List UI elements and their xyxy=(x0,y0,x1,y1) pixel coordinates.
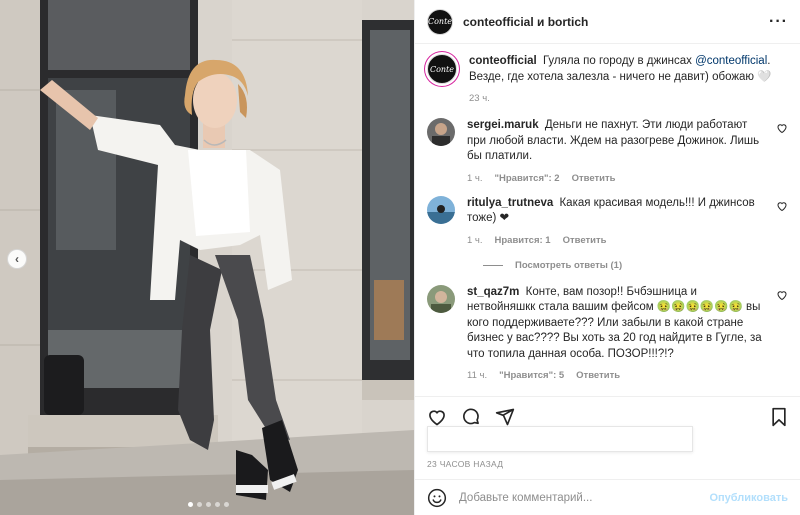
post-header: Conte conteofficial и bortich ··· xyxy=(415,0,800,44)
reply-button[interactable]: Ответить xyxy=(563,235,607,246)
comment-username[interactable]: sergei.maruk xyxy=(467,119,539,131)
post-side-panel: Conte conteofficial и bortich ··· Conte … xyxy=(414,0,800,515)
carousel-dot xyxy=(215,502,220,507)
carousel-dot xyxy=(224,502,229,507)
heart-icon[interactable] xyxy=(776,122,788,134)
heart-icon[interactable] xyxy=(427,407,447,427)
comment-row: ritulya_trutneva Какая красивая модель!!… xyxy=(427,195,788,246)
comments-list[interactable]: Conte conteofficial Гуляла по городу в д… xyxy=(415,44,800,396)
carousel-indicator xyxy=(188,502,229,507)
more-icon[interactable]: ··· xyxy=(769,13,788,31)
avatar[interactable] xyxy=(427,284,455,313)
comment-likes[interactable]: "Нравится": 2 xyxy=(495,173,560,184)
heart-icon[interactable] xyxy=(776,200,788,212)
caption-text: Гуляла по городу в джинсах xyxy=(542,55,692,67)
post-header-title[interactable]: conteofficial и bortich xyxy=(463,15,588,29)
instagram-post-view: ‹ Conte conteofficial и bortich ··· Cont… xyxy=(0,0,800,515)
comment-time[interactable]: 1 ч. xyxy=(467,235,483,246)
post-timestamp[interactable]: 23 ЧАСОВ НАЗАД xyxy=(427,459,503,469)
comment-username[interactable]: st_qaz7m xyxy=(467,286,519,298)
replies-divider xyxy=(483,264,503,266)
avatar[interactable]: Conte xyxy=(427,8,453,35)
comment-username[interactable]: ritulya_trutneva xyxy=(467,197,553,209)
post-photo[interactable]: ‹ xyxy=(0,0,414,515)
caption-time[interactable]: 23 ч. xyxy=(469,93,490,104)
view-replies-button[interactable]: Посмотреть ответы (1) xyxy=(483,260,788,271)
avatar[interactable] xyxy=(427,195,455,224)
bookmark-icon[interactable] xyxy=(770,407,788,427)
comment-row: st_qaz7m Конте, вам позор!! Бчбэшница и … xyxy=(427,284,788,381)
comment-time[interactable]: 1 ч. xyxy=(467,173,483,184)
caption-username[interactable]: conteofficial xyxy=(469,55,537,67)
post-image xyxy=(0,0,414,515)
comment-row: sergei.maruk Деньги не пахнут. Эти люди … xyxy=(427,118,788,184)
post-comment-button[interactable]: Опубликовать xyxy=(709,492,788,504)
avatar[interactable] xyxy=(427,118,455,146)
view-replies-label[interactable]: Посмотреть ответы (1) xyxy=(515,260,622,271)
emoji-icon[interactable] xyxy=(427,488,447,508)
chevron-left-icon[interactable]: ‹ xyxy=(7,249,27,269)
carousel-dot xyxy=(197,502,202,507)
comment-icon[interactable] xyxy=(461,407,481,427)
reply-button[interactable]: Ответить xyxy=(576,370,620,381)
carousel-dot xyxy=(188,502,193,507)
heart-icon[interactable] xyxy=(776,289,788,301)
comment-likes[interactable]: "Нравится": 5 xyxy=(499,370,564,381)
add-comment-bar: Опубликовать xyxy=(415,479,800,515)
avatar[interactable]: Conte xyxy=(427,54,457,84)
comment-input[interactable] xyxy=(459,491,710,504)
caption-row: Conte conteofficial Гуляла по городу в д… xyxy=(427,54,788,104)
comment-likes[interactable]: Нравится: 1 xyxy=(495,235,551,246)
share-icon[interactable] xyxy=(495,407,515,427)
comment-time[interactable]: 11 ч. xyxy=(467,370,487,381)
likes-redacted-box xyxy=(427,426,693,452)
carousel-dot xyxy=(206,502,211,507)
reply-button[interactable]: Ответить xyxy=(572,173,616,184)
caption-mention[interactable]: @conteofficial xyxy=(695,55,767,67)
